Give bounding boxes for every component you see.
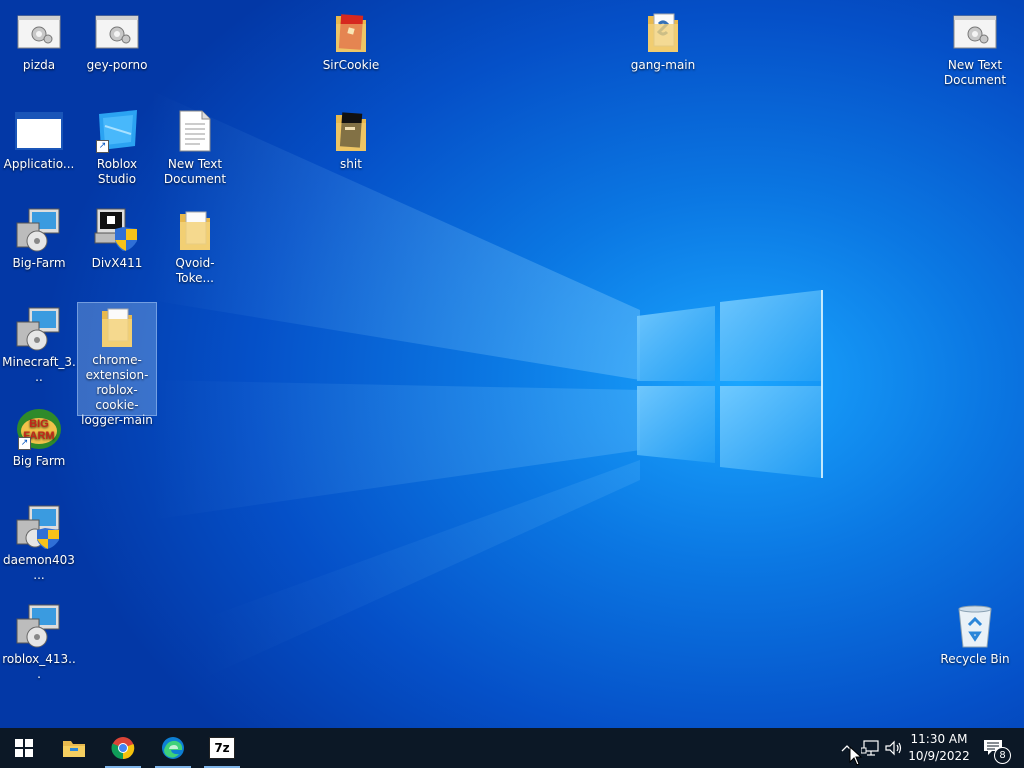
- desktop-icon-big-farm[interactable]: BIG FARM ↗ Big Farm: [0, 404, 78, 469]
- taskbar-edge[interactable]: [149, 728, 197, 768]
- desktop-icon-roblox-studio[interactable]: ↗ Roblox Studio: [78, 107, 156, 187]
- icon-label: New Text Document: [163, 157, 227, 186]
- taskbar-chrome[interactable]: [99, 728, 147, 768]
- icon-label: Recycle Bin: [940, 652, 1010, 666]
- dll-settings-icon: [0, 8, 78, 56]
- installer-shield-icon: [78, 206, 156, 254]
- icon-label: daemon403...: [3, 553, 75, 582]
- clock-time: 11:30 AM: [910, 732, 968, 746]
- recycle-bin-icon: [936, 602, 1014, 650]
- icon-label: roblox_413...: [2, 652, 76, 681]
- icon-label: Minecraft_3...: [2, 355, 76, 384]
- icon-label: New Text Document: [943, 58, 1007, 87]
- clock[interactable]: 11:30 AM 10/9/2022: [904, 731, 974, 765]
- desktop-icon-recycle-bin[interactable]: Recycle Bin: [936, 602, 1014, 667]
- shortcut-arrow-icon: ↗: [18, 437, 31, 450]
- desktop-icon-shit[interactable]: shit: [312, 107, 390, 172]
- roblox-studio-icon: ↗: [78, 107, 156, 155]
- edge-icon: [162, 737, 184, 759]
- volume-button[interactable]: [882, 728, 906, 768]
- folder-icon: [312, 8, 390, 56]
- svg-text:BIG: BIG: [29, 418, 49, 430]
- desktop-icon-pizda[interactable]: pizda: [0, 8, 78, 73]
- icon-label: DivX411: [91, 256, 143, 270]
- mouse-cursor-icon: [849, 746, 863, 766]
- icon-label: Roblox Studio: [96, 157, 138, 186]
- taskbar-file-explorer[interactable]: [50, 728, 98, 768]
- icon-label: gey-porno: [86, 58, 148, 72]
- icon-label: shit: [340, 157, 362, 171]
- speaker-icon: [885, 740, 902, 756]
- desktop-icon-chrome-extension-folder[interactable]: chrome-extension-roblox-cookie-logger-ma…: [77, 302, 157, 427]
- 7zip-label: 7z: [214, 741, 230, 755]
- icon-label: Qvoid-Toke...: [175, 256, 215, 285]
- desktop-icon-big-farm-installer[interactable]: Big-Farm: [0, 206, 78, 271]
- 7zip-icon: 7z: [209, 737, 235, 759]
- folder-icon: [156, 206, 234, 254]
- notification-count-badge: 8: [994, 747, 1011, 764]
- icon-label: SirCookie: [322, 58, 380, 72]
- installer-icon: [0, 305, 78, 353]
- desktop-icon-qvoid-token[interactable]: Qvoid-Toke...: [156, 206, 234, 286]
- windows-logo-icon: [15, 739, 33, 757]
- desktop-icon-sircookie[interactable]: SirCookie: [312, 8, 390, 73]
- start-button[interactable]: [0, 728, 48, 768]
- action-center-button[interactable]: 8: [978, 728, 1012, 768]
- dll-settings-icon: [78, 8, 156, 56]
- desktop-icon-roblox-installer[interactable]: roblox_413...: [0, 602, 78, 682]
- clock-date: 10/9/2022: [908, 749, 970, 763]
- desktop-icon-new-text-document[interactable]: New Text Document: [156, 107, 234, 187]
- text-document-icon: [156, 107, 234, 155]
- chrome-icon: [111, 737, 135, 760]
- desktop-icon-divx411[interactable]: DivX411: [78, 206, 156, 271]
- desktop-icon-daemon403[interactable]: daemon403...: [0, 503, 78, 583]
- file-explorer-icon: [63, 741, 85, 757]
- taskbar-7zip[interactable]: 7z: [198, 728, 246, 768]
- desktop-icon-application[interactable]: Applicatio...: [0, 107, 78, 172]
- installer-icon: [0, 602, 78, 650]
- desktop-icon-gang-main[interactable]: gang-main: [624, 8, 702, 73]
- application-window-icon: [0, 107, 78, 155]
- icon-label: Big Farm: [12, 454, 66, 468]
- installer-shield-icon: [0, 503, 78, 551]
- desktop[interactable]: pizda gey-porno SirCookie gang-main New …: [0, 0, 1024, 728]
- icon-label: Big-Farm: [12, 256, 66, 270]
- folder-icon: [624, 8, 702, 56]
- network-icon: [861, 740, 879, 756]
- taskbar: 7z 11:30 AM 10/9/2022 8: [0, 728, 1024, 768]
- folder-icon: [78, 303, 156, 351]
- dll-settings-icon: [936, 8, 1014, 56]
- icon-label: gang-main: [630, 58, 696, 72]
- folder-icon: [312, 107, 390, 155]
- desktop-icon-new-text-document-right[interactable]: New Text Document: [936, 8, 1014, 88]
- icon-label: chrome-extension-roblox-cookie-logger-ma…: [81, 353, 153, 427]
- desktop-icon-gey-porno[interactable]: gey-porno: [78, 8, 156, 73]
- icon-label: Applicatio...: [3, 157, 75, 171]
- desktop-icon-minecraft[interactable]: Minecraft_3...: [0, 305, 78, 385]
- icon-label: pizda: [22, 58, 56, 72]
- installer-icon: [0, 206, 78, 254]
- big-farm-icon: BIG FARM ↗: [0, 404, 78, 452]
- shortcut-arrow-icon: ↗: [96, 140, 109, 153]
